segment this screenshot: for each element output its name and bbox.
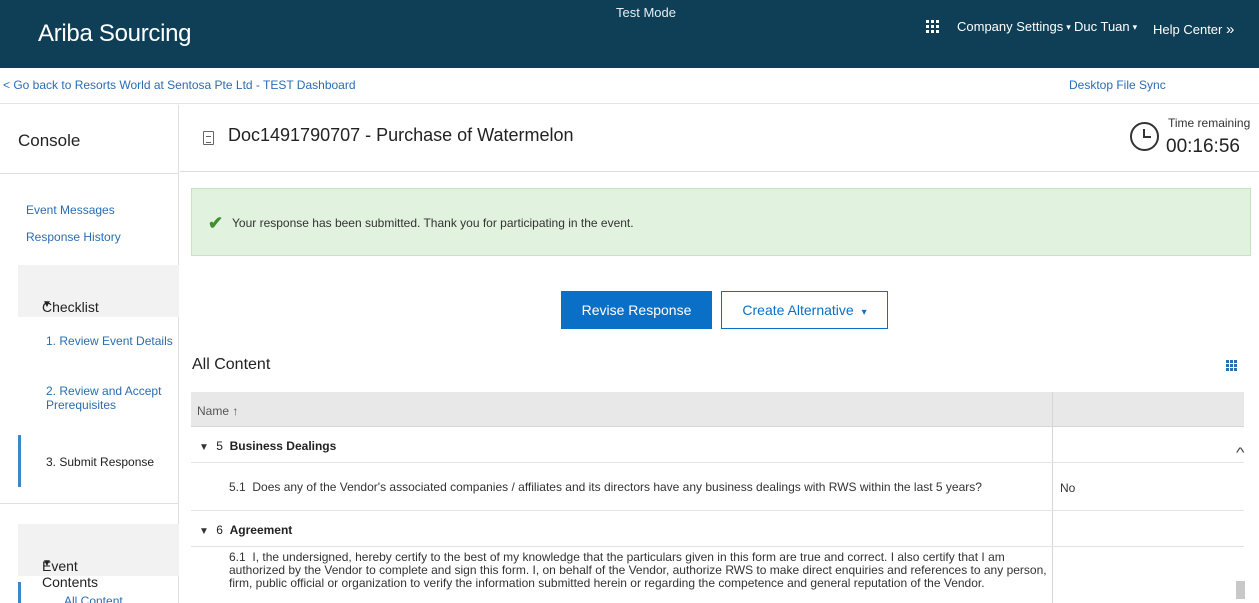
desktop-file-sync-link[interactable]: Desktop File Sync [1069, 78, 1166, 92]
active-item-indicator [18, 582, 21, 603]
group-number: 6 [216, 523, 223, 537]
divider [0, 503, 179, 504]
alert-message: Your response has been submitted. Thank … [232, 216, 634, 230]
group-row-agreement[interactable]: ▼ 6 Agreement [191, 512, 1244, 547]
all-content-title: All Content [192, 356, 271, 373]
question-answer: No [1060, 481, 1076, 495]
collapse-arrow-icon[interactable]: ▼ [199, 442, 209, 453]
subheader: < Go back to Resorts World at Sentosa Pt… [0, 68, 1259, 104]
question-row: 5.1 Does any of the Vendor's associated … [191, 464, 1244, 511]
event-contents-header[interactable]: ▼ Event Contents [18, 524, 179, 590]
question-body: Does any of the Vendor's associated comp… [252, 480, 982, 494]
user-name: Duc Tuan [1074, 19, 1130, 34]
step-label: Submit Response [59, 455, 155, 469]
group-name: Agreement [229, 523, 293, 537]
step-label: Review and Accept Prerequisites [46, 384, 162, 412]
group-name: Business Dealings [229, 439, 337, 453]
app-brand[interactable]: Ariba Sourcing [38, 20, 192, 48]
checkmark-icon: ✔ [208, 213, 224, 233]
table-options-icon[interactable] [1226, 360, 1238, 371]
company-settings-menu[interactable]: Company Settings ▾ [957, 19, 1071, 34]
clock-icon [1130, 122, 1159, 151]
apps-grid-icon[interactable] [926, 20, 939, 33]
group-number: 5 [216, 439, 223, 453]
event-messages-link[interactable]: Event Messages [26, 203, 115, 217]
top-bar: Ariba Sourcing Test Mode Company Setting… [0, 0, 1259, 68]
double-chevron-right-icon: » [1226, 21, 1235, 38]
step-number: 2. [46, 384, 57, 398]
test-mode-label: Test Mode [616, 5, 676, 20]
help-center-link[interactable]: Help Center » [1153, 21, 1234, 38]
question-number: 5.1 [229, 480, 246, 494]
time-remaining-value: 00:16:56 [1166, 136, 1240, 157]
question-text: 5.1 Does any of the Vendor's associated … [229, 481, 1039, 494]
chevron-down-icon: ▾ [1066, 22, 1071, 32]
back-to-dashboard-link[interactable]: < Go back to Resorts World at Sentosa Pt… [3, 78, 356, 92]
group-row-business-dealings[interactable]: ▼ 5 Business Dealings [191, 428, 1244, 463]
time-remaining-label: Time remaining [1168, 116, 1251, 130]
scroll-up-arrow[interactable]: ^ [1236, 444, 1245, 460]
group-title: ▼ 5 Business Dealings [199, 439, 336, 453]
step-number: 1. [46, 334, 57, 348]
company-settings-label: Company Settings [957, 19, 1064, 34]
question-text: 6.1 I, the undersigned, hereby certify t… [229, 551, 1049, 590]
divider [180, 171, 1259, 172]
collapse-arrow-icon[interactable]: ▼ [199, 526, 209, 537]
question-body: I, the undersigned, hereby certify to th… [229, 550, 1047, 590]
checklist-step-submit-response[interactable]: 3. Submit Response [46, 455, 154, 469]
event-contents-label: Event Contents [42, 558, 99, 590]
scrollbar-thumb[interactable] [1236, 581, 1245, 599]
step-label: Review Event Details [59, 334, 173, 348]
question-number: 6.1 [229, 550, 246, 564]
document-title: Doc1491790707 - Purchase of Watermelon [228, 125, 574, 145]
name-column-header[interactable]: Name ↑ [197, 404, 238, 418]
table-header: Name ↑ [191, 392, 1244, 427]
checklist-step-review-event-details[interactable]: 1. Review Event Details [46, 334, 173, 348]
create-alternative-label: Create Alternative [742, 302, 854, 318]
chevron-down-icon: ▾ [861, 307, 867, 318]
step-number: 3. [46, 455, 57, 469]
help-center-label: Help Center [1153, 22, 1223, 37]
group-title: ▼ 6 Agreement [199, 523, 292, 537]
console-title: Console [18, 131, 81, 150]
checklist-header[interactable]: ▼ Checklist [18, 265, 179, 317]
success-alert: ✔ Your response has been submitted. Than… [191, 188, 1251, 256]
question-row: 6.1 I, the undersigned, hereby certify t… [191, 548, 1244, 603]
checklist-label: Checklist [42, 299, 99, 315]
revise-response-button[interactable]: Revise Response [561, 291, 712, 329]
user-menu[interactable]: Duc Tuan ▾ [1074, 19, 1137, 34]
checklist-step-review-prerequisites[interactable]: 2. Review and Accept Prerequisites [46, 384, 176, 412]
document-icon [203, 131, 214, 145]
response-history-link[interactable]: Response History [26, 230, 121, 244]
console-sidebar: Console Event Messages Response History … [0, 105, 179, 603]
all-content-link[interactable]: All Content [64, 594, 123, 603]
create-alternative-button[interactable]: Create Alternative ▾ [721, 291, 888, 329]
divider [0, 173, 179, 174]
chevron-down-icon: ▾ [1132, 22, 1138, 32]
active-step-indicator [18, 435, 21, 487]
